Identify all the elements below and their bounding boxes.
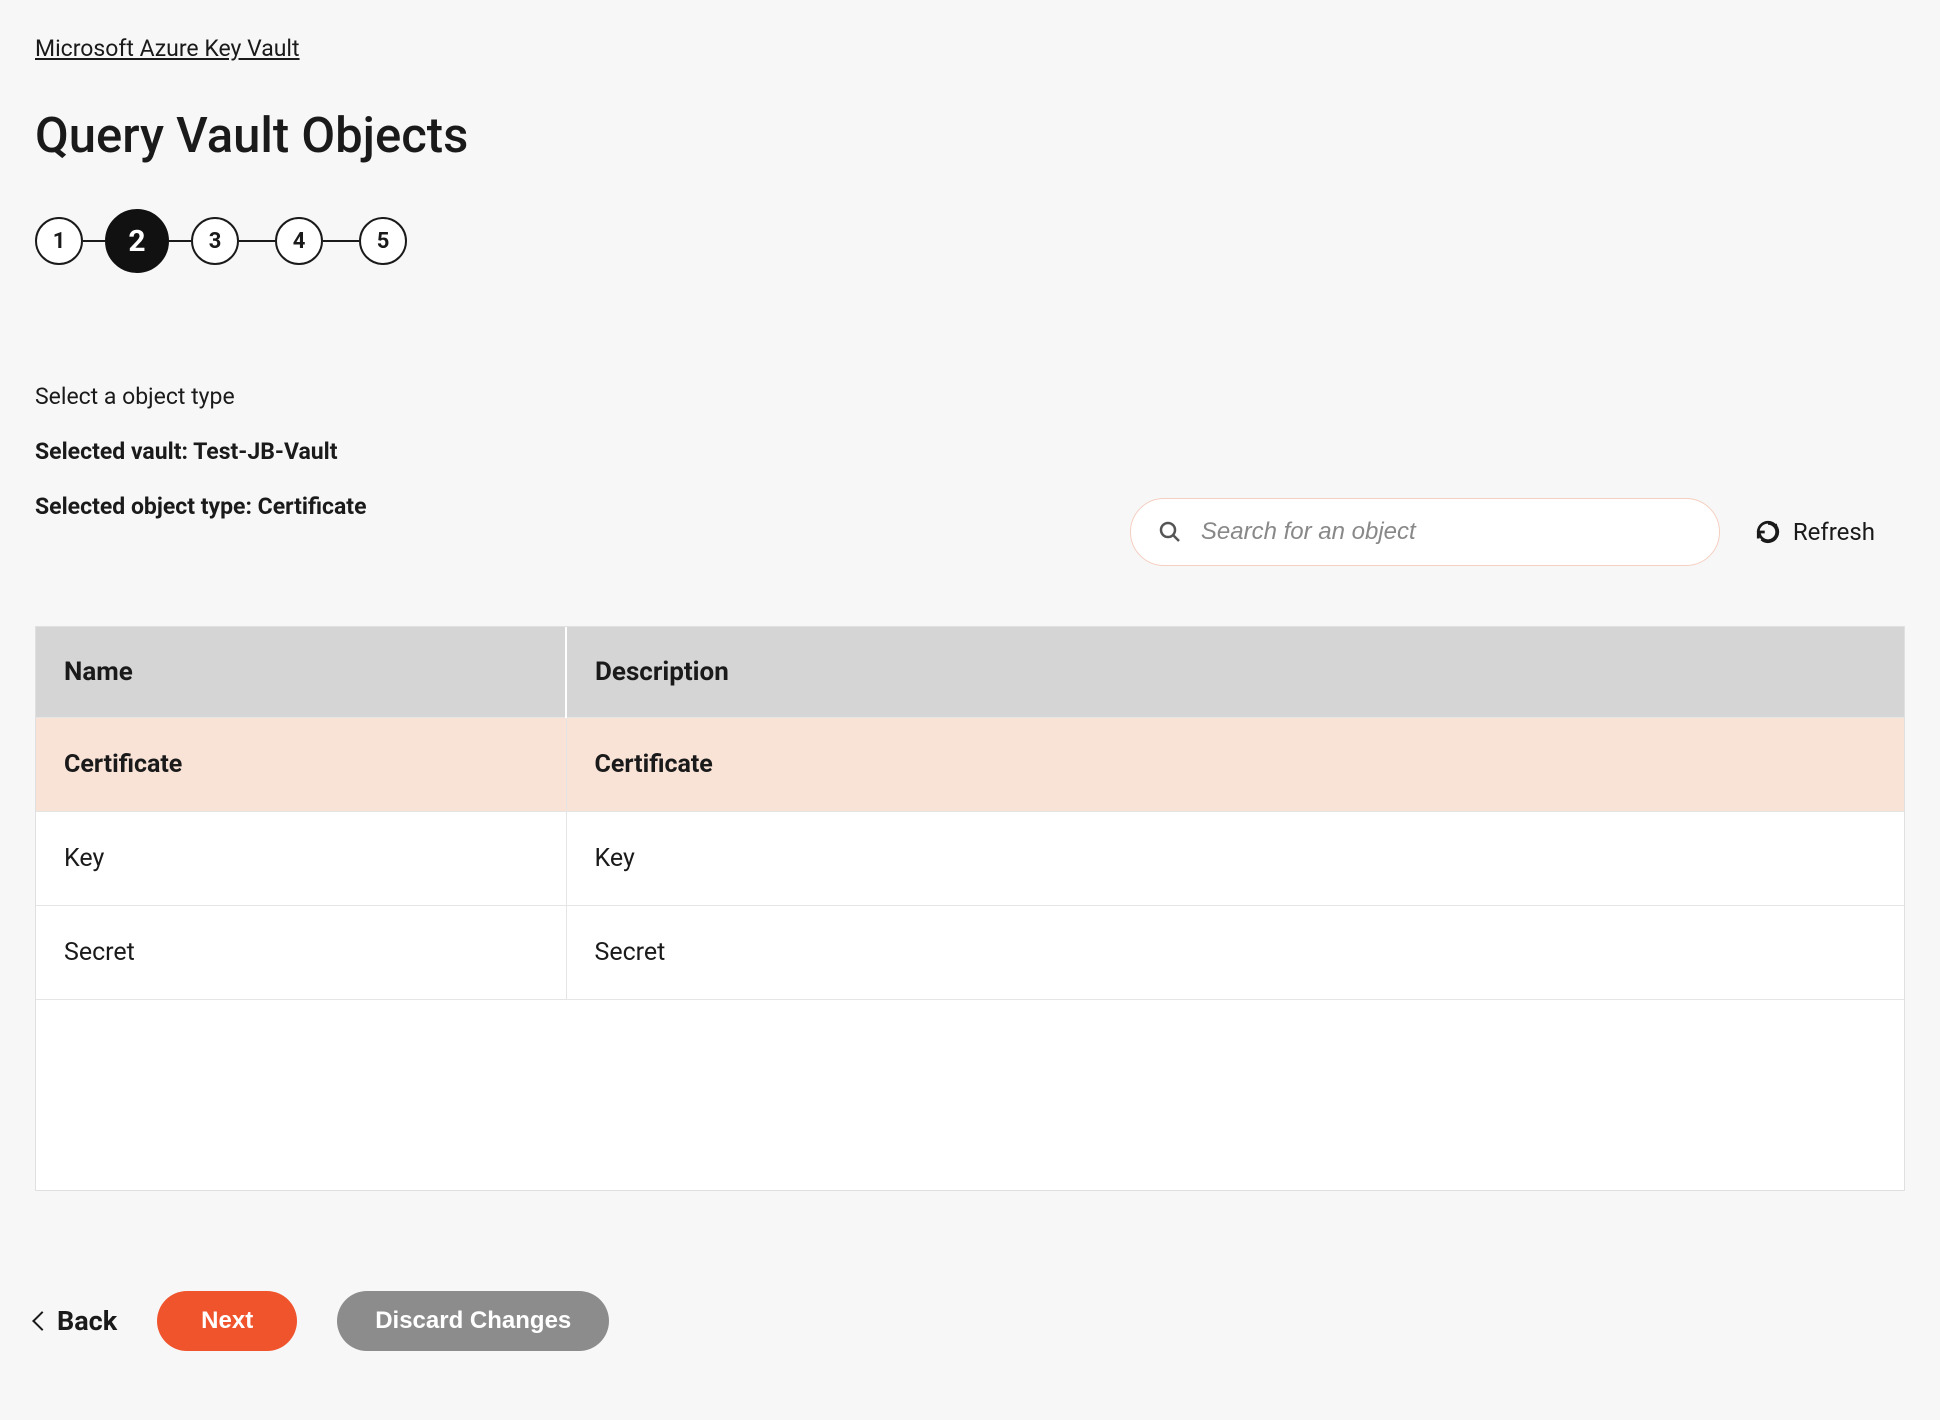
search-input[interactable] — [1130, 498, 1720, 566]
footer-actions: Back Next Discard Changes — [35, 1291, 1905, 1351]
step-1[interactable]: 1 — [35, 217, 83, 265]
step-4[interactable]: 4 — [275, 217, 323, 265]
step-3[interactable]: 3 — [191, 217, 239, 265]
table-header-name: Name — [36, 627, 566, 718]
table-cell-description: Certificate — [566, 718, 1904, 812]
chevron-left-icon — [32, 1311, 52, 1331]
refresh-button[interactable]: Refresh — [1755, 518, 1875, 546]
table-row[interactable]: Secret Secret — [36, 906, 1904, 1000]
search-wrapper — [1130, 498, 1720, 566]
step-5[interactable]: 5 — [359, 217, 407, 265]
table-header-description: Description — [566, 627, 1904, 718]
step-2[interactable]: 2 — [105, 209, 169, 273]
table-header-row: Name Description — [36, 627, 1904, 718]
search-icon — [1158, 520, 1182, 544]
table-cell-name: Secret — [36, 906, 566, 1000]
table-cell-name: Key — [36, 812, 566, 906]
step-connector — [239, 240, 275, 242]
table-cell-description: Key — [566, 812, 1904, 906]
page-title: Query Vault Objects — [35, 107, 1905, 164]
refresh-label: Refresh — [1793, 518, 1875, 546]
wizard-stepper: 1 2 3 4 5 — [35, 209, 1905, 273]
table-empty-row — [36, 1000, 1904, 1190]
refresh-icon — [1755, 519, 1781, 545]
selected-vault-text: Selected vault: Test-JB-Vault — [35, 438, 1905, 465]
object-type-table: Name Description Certificate Certificate… — [35, 626, 1905, 1191]
table-row[interactable]: Certificate Certificate — [36, 718, 1904, 812]
step-connector — [323, 240, 359, 242]
step-connector — [169, 240, 191, 242]
breadcrumb-link[interactable]: Microsoft Azure Key Vault — [35, 35, 300, 62]
back-label: Back — [57, 1305, 117, 1337]
discard-button[interactable]: Discard Changes — [337, 1291, 609, 1351]
back-button[interactable]: Back — [35, 1305, 117, 1337]
table-cell-description: Secret — [566, 906, 1904, 1000]
next-button[interactable]: Next — [157, 1291, 297, 1351]
table-row[interactable]: Key Key — [36, 812, 1904, 906]
step-connector — [83, 240, 105, 242]
table-cell-name: Certificate — [36, 718, 566, 812]
instruction-text: Select a object type — [35, 383, 1905, 410]
